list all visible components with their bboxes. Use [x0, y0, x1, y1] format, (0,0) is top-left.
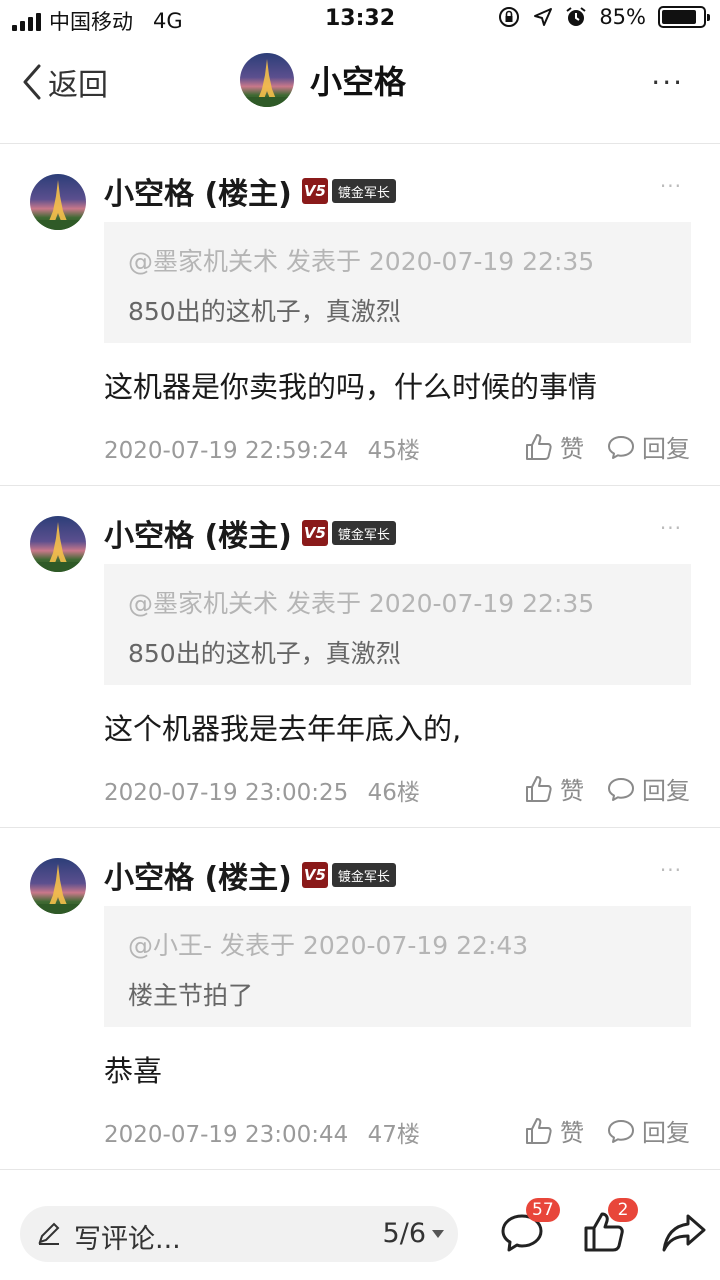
author-name[interactable]: 小空格 (楼主) — [104, 853, 292, 897]
reply-button[interactable]: 回复 — [606, 429, 690, 464]
status-bar: 中国移动 4G 13:32 85% — [0, 0, 720, 40]
post-item: 小空格 (楼主) V5 镀金军长 ··· @墨家机关术 发表于 2020-07-… — [0, 486, 720, 828]
quote-meta: @墨家机关术 发表于 2020-07-19 22:35 — [128, 589, 595, 618]
reply-button[interactable]: 回复 — [606, 771, 690, 806]
quoted-post[interactable]: @墨家机关术 发表于 2020-07-19 22:35 850出的这机子，真激烈 — [104, 564, 691, 685]
post-meta: 2020-07-19 23:00:25 46楼 — [104, 773, 420, 807]
floor-number: 45楼 — [367, 438, 420, 464]
avatar[interactable] — [30, 174, 86, 230]
thumbs-up-icon — [526, 1117, 552, 1144]
reply-bubble-icon — [608, 1119, 634, 1143]
more-icon[interactable]: ··· — [660, 516, 682, 540]
status-right: 85% — [497, 5, 710, 29]
share-icon[interactable] — [660, 1208, 708, 1256]
post-time: 2020-07-19 23:00:44 — [104, 1122, 349, 1148]
battery-fill — [662, 10, 696, 24]
back-chevron-icon — [23, 64, 41, 100]
post-actions: 赞 回复 — [524, 1113, 690, 1148]
avatar[interactable] — [30, 516, 86, 572]
post-item: 小空格 (楼主) V5 镀金军长 ··· @墨家机关术 发表于 2020-07-… — [0, 144, 720, 486]
avatar[interactable] — [30, 858, 86, 914]
post-header: 小空格 (楼主) V5 镀金军长 — [104, 169, 396, 213]
bottom-bar: 写评论... 5/6 57 2 — [0, 1190, 720, 1280]
like-count-badge: 2 — [608, 1198, 638, 1222]
like-button[interactable]: 赞 — [524, 771, 584, 806]
like-label: 赞 — [560, 777, 584, 805]
quote-text: 850出的这机子，真激烈 — [128, 639, 401, 668]
reply-label: 回复 — [642, 435, 690, 463]
like-button[interactable]: 赞 — [524, 1113, 584, 1148]
like-label: 赞 — [560, 1119, 584, 1147]
post-header: 小空格 (楼主) V5 镀金军长 — [104, 853, 396, 897]
reply-label: 回复 — [642, 777, 690, 805]
level-badge: V5 — [301, 520, 328, 546]
post-item: 小空格 (楼主) V5 镀金军长 ··· @小王- 发表于 2020-07-19… — [0, 828, 720, 1170]
back-label: 返回 — [48, 68, 108, 103]
caret-down-icon — [432, 1229, 444, 1238]
more-icon[interactable]: ··· — [660, 174, 682, 198]
author-name[interactable]: 小空格 (楼主) — [104, 169, 292, 213]
thumbs-up-icon — [526, 433, 552, 460]
page-indicator[interactable]: 5/6 — [383, 1218, 444, 1249]
page-indicator-label: 5/6 — [382, 1218, 426, 1249]
thumbs-up-icon — [526, 775, 552, 802]
comment-count-badge: 57 — [526, 1198, 560, 1222]
post-time: 2020-07-19 22:59:24 — [104, 438, 349, 464]
nav-bar: 返回 小空格 ··· — [0, 40, 720, 144]
post-actions: 赞 回复 — [524, 771, 690, 806]
rank-badge: 镀金军长 — [331, 521, 396, 545]
reply-label: 回复 — [642, 1119, 690, 1147]
post-meta: 2020-07-19 22:59:24 45楼 — [104, 431, 420, 465]
quoted-post[interactable]: @小王- 发表于 2020-07-19 22:43 楼主节拍了 — [104, 906, 691, 1027]
comment-input[interactable]: 写评论... 5/6 — [20, 1206, 458, 1262]
reply-bubble-icon — [608, 777, 634, 801]
pen-icon — [38, 1222, 60, 1245]
quote-text: 楼主节拍了 — [128, 981, 254, 1010]
battery-icon — [658, 6, 710, 28]
post-header: 小空格 (楼主) V5 镀金军长 — [104, 511, 396, 555]
rank-badge: 镀金军长 — [331, 179, 396, 203]
floor-number: 46楼 — [367, 780, 420, 806]
nav-center[interactable]: 小空格 — [240, 53, 406, 107]
like-button[interactable]: 赞 — [524, 429, 584, 464]
post-body: 这机器是你卖我的吗，什么时候的事情 — [104, 370, 598, 404]
rank-badge: 镀金军长 — [331, 863, 396, 887]
back-button[interactable]: 返回 — [22, 62, 108, 103]
location-icon — [534, 8, 553, 26]
avatar — [240, 53, 294, 107]
level-badge: V5 — [301, 178, 328, 204]
post-body: 这个机器我是去年年底入的, — [104, 712, 462, 746]
alarm-icon — [566, 7, 586, 26]
quoted-post[interactable]: @墨家机关术 发表于 2020-07-19 22:35 850出的这机子，真激烈 — [104, 222, 691, 343]
like-label: 赞 — [560, 435, 584, 463]
post-body: 恭喜 — [104, 1054, 163, 1088]
quote-text: 850出的这机子，真激烈 — [128, 297, 401, 326]
floor-number: 47楼 — [367, 1122, 420, 1148]
author-name[interactable]: 小空格 (楼主) — [104, 511, 292, 555]
lock-rotation-icon — [499, 7, 520, 27]
level-badge: V5 — [301, 862, 328, 888]
quote-meta: @墨家机关术 发表于 2020-07-19 22:35 — [128, 247, 595, 276]
reply-button[interactable]: 回复 — [606, 1113, 690, 1148]
post-time: 2020-07-19 23:00:25 — [104, 780, 349, 806]
battery-text: 85% — [599, 5, 646, 29]
post-meta: 2020-07-19 23:00:44 47楼 — [104, 1115, 420, 1149]
page-title: 小空格 — [310, 63, 407, 101]
comment-placeholder: 写评论... — [74, 1224, 181, 1255]
post-actions: 赞 回复 — [524, 429, 690, 464]
quote-meta: @小王- 发表于 2020-07-19 22:43 — [128, 931, 529, 960]
more-icon[interactable]: ··· — [660, 858, 682, 882]
reply-bubble-icon — [608, 435, 634, 459]
more-icon[interactable]: ··· — [651, 66, 684, 99]
